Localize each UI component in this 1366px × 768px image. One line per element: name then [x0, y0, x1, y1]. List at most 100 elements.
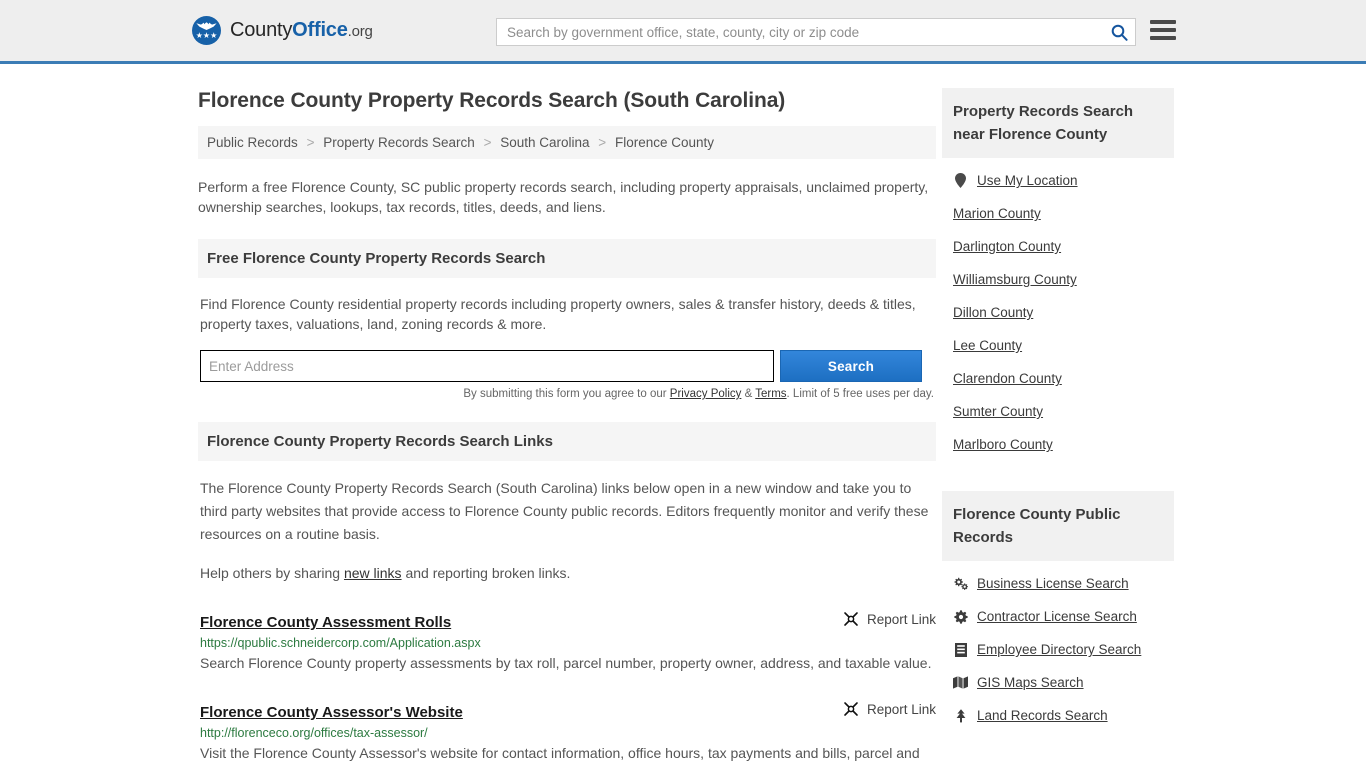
sidebar-link-land-records-search[interactable]: Land Records Search — [977, 708, 1108, 723]
sidebar-link-dillon-county[interactable]: Dillon County — [953, 305, 1033, 320]
hamburger-bar-2 — [1150, 28, 1176, 32]
sidebar-item-business-license-search[interactable]: Business License Search — [942, 567, 1174, 600]
sidebar-link-use-my-location[interactable]: Use My Location — [977, 173, 1078, 188]
result-url: https://qpublic.schneidercorp.com/Applic… — [200, 636, 481, 650]
sidebar-link-williamsburg-county[interactable]: Williamsburg County — [953, 272, 1077, 287]
broken-link-icon — [844, 702, 858, 716]
breadcrumb-separator: > — [598, 135, 607, 150]
breadcrumb-item-south-carolina[interactable]: South Carolina — [500, 135, 589, 150]
sidebar-link-marion-county[interactable]: Marion County — [953, 206, 1041, 221]
sidebar-item-land-records-search[interactable]: Land Records Search — [942, 699, 1174, 732]
new-links-link[interactable]: new links — [344, 565, 402, 581]
book-icon — [953, 642, 968, 657]
sidebar-link-sumter-county[interactable]: Sumter County — [953, 404, 1043, 419]
sidebar-item-employee-directory-search[interactable]: Employee Directory Search — [942, 633, 1174, 666]
sidebar-link-marlboro-county[interactable]: Marlboro County — [953, 437, 1053, 452]
list-item: Florence County Assessment Rolls Report … — [200, 611, 936, 675]
search-submit-button[interactable] — [1103, 19, 1135, 45]
page-intro-text: Perform a free Florence County, SC publi… — [198, 179, 929, 215]
report-link-button[interactable]: Report Link — [843, 701, 936, 717]
hamburger-bar-1 — [1150, 20, 1176, 24]
result-title-link[interactable]: Florence County Assessor's Website — [200, 704, 463, 721]
breadcrumb-item-public-records[interactable]: Public Records — [207, 135, 298, 150]
address-search-form: Search — [200, 350, 936, 382]
form-disclaimer: By submitting this form you agree to our… — [198, 388, 936, 400]
sidebar-link-darlington-county[interactable]: Darlington County — [953, 239, 1061, 254]
sidebar: Property Records Search near Florence Co… — [942, 64, 1174, 768]
address-input[interactable] — [200, 350, 774, 382]
page-title: Florence County Property Records Search … — [198, 89, 786, 112]
sidebar-item-gis-maps-search[interactable]: GIS Maps Search — [942, 666, 1174, 699]
breadcrumb-item-florence-county[interactable]: Florence County — [615, 135, 714, 150]
result-description: Search Florence County property assessme… — [200, 655, 932, 671]
nearby-panel-heading: Property Records Search near Florence Co… — [942, 88, 1174, 158]
result-url: http://florenceco.org/offices/tax-assess… — [200, 726, 428, 740]
tree-icon — [953, 708, 968, 723]
links-section-paragraph: The Florence County Property Records Sea… — [200, 480, 929, 542]
global-search-bar[interactable] — [496, 18, 1136, 46]
sidebar-panel-spacer — [942, 461, 1174, 491]
cog-icon — [953, 609, 968, 624]
terms-link[interactable]: Terms — [755, 388, 786, 400]
sidebar-item-contractor-license-search[interactable]: Contractor License Search — [942, 600, 1174, 633]
privacy-policy-link[interactable]: Privacy Policy — [670, 388, 742, 400]
breadcrumb-separator: > — [306, 135, 315, 150]
eagle-glyph-icon — [196, 22, 217, 30]
sidebar-item-sumter-county[interactable]: Sumter County — [942, 395, 1174, 428]
result-description: Visit the Florence County Assessor's web… — [200, 745, 920, 761]
hamburger-menu-icon[interactable] — [1150, 20, 1176, 40]
page-body: Florence County Property Records Search … — [0, 64, 1366, 768]
nearby-county-list: Use My Location Marion County Darlington… — [942, 164, 1174, 461]
sidebar-link-gis-maps-search[interactable]: GIS Maps Search — [977, 675, 1084, 690]
disclaimer-prefix: By submitting this form you agree to our — [463, 388, 670, 400]
sidebar-item-williamsburg-county[interactable]: Williamsburg County — [942, 263, 1174, 296]
free-search-blurb: Find Florence County residential propert… — [200, 296, 916, 332]
sidebar-item-marion-county[interactable]: Marion County — [942, 197, 1174, 230]
search-icon — [1111, 24, 1128, 41]
logo-word-office: Office — [292, 19, 348, 41]
breadcrumb-item-property-records-search[interactable]: Property Records Search — [323, 135, 475, 150]
link-header-row: Florence County Assessment Rolls Report … — [200, 611, 936, 632]
sidebar-link-employee-directory-search[interactable]: Employee Directory Search — [977, 642, 1141, 657]
sidebar-item-darlington-county[interactable]: Darlington County — [942, 230, 1174, 263]
logo-word-county: County — [230, 19, 293, 41]
address-search-button[interactable]: Search — [780, 350, 922, 382]
sidebar-item-clarendon-county[interactable]: Clarendon County — [942, 362, 1174, 395]
sidebar-link-clarendon-county[interactable]: Clarendon County — [953, 371, 1062, 386]
broken-link-icon — [844, 612, 858, 626]
result-title-link[interactable]: Florence County Assessment Rolls — [200, 614, 451, 631]
sidebar-item-marlboro-county[interactable]: Marlboro County — [942, 428, 1174, 461]
logo-stars-icon: ★★★ — [195, 31, 218, 40]
site-logo[interactable]: ★★★ CountyOffice.org — [192, 16, 373, 45]
public-records-panel-heading: Florence County Public Records — [942, 491, 1174, 561]
sidebar-link-lee-county[interactable]: Lee County — [953, 338, 1022, 353]
sidebar-item-lee-county[interactable]: Lee County — [942, 329, 1174, 362]
list-item: Florence County Assessor's Website Repor… — [200, 701, 936, 768]
breadcrumb: Public Records > Property Records Search… — [198, 126, 936, 159]
links-section-heading: Florence County Property Records Search … — [198, 422, 936, 461]
global-search-input[interactable] — [497, 19, 1103, 45]
sidebar-link-contractor-license-search[interactable]: Contractor License Search — [977, 609, 1137, 624]
free-search-heading: Free Florence County Property Records Se… — [198, 239, 936, 278]
disclaimer-suffix: . Limit of 5 free uses per day. — [786, 388, 934, 400]
cogs-icon — [953, 576, 968, 591]
map-icon — [953, 675, 968, 690]
logo-wordmark: CountyOffice.org — [230, 19, 373, 42]
sidebar-top-spacer — [942, 64, 1174, 88]
sidebar-item-use-my-location[interactable]: Use My Location — [942, 164, 1174, 197]
public-records-list: Business License Search Contractor Licen… — [942, 567, 1174, 732]
logo-word-org: .org — [347, 23, 373, 40]
breadcrumb-separator: > — [483, 135, 492, 150]
sidebar-item-dillon-county[interactable]: Dillon County — [942, 296, 1174, 329]
hamburger-bar-3 — [1150, 36, 1176, 40]
link-header-row: Florence County Assessor's Website Repor… — [200, 701, 936, 722]
report-link-label: Report Link — [866, 611, 936, 627]
map-pin-icon — [953, 173, 968, 188]
countyoffice-eagle-logo-icon: ★★★ — [192, 16, 221, 45]
report-link-label: Report Link — [866, 701, 936, 717]
disclaimer-amp: & — [741, 388, 756, 400]
sidebar-link-business-license-search[interactable]: Business License Search — [977, 576, 1129, 591]
report-link-button[interactable]: Report Link — [843, 611, 936, 627]
links-help-text: Help others by sharing new links and rep… — [200, 562, 936, 585]
site-header: ★★★ CountyOffice.org — [0, 0, 1366, 64]
